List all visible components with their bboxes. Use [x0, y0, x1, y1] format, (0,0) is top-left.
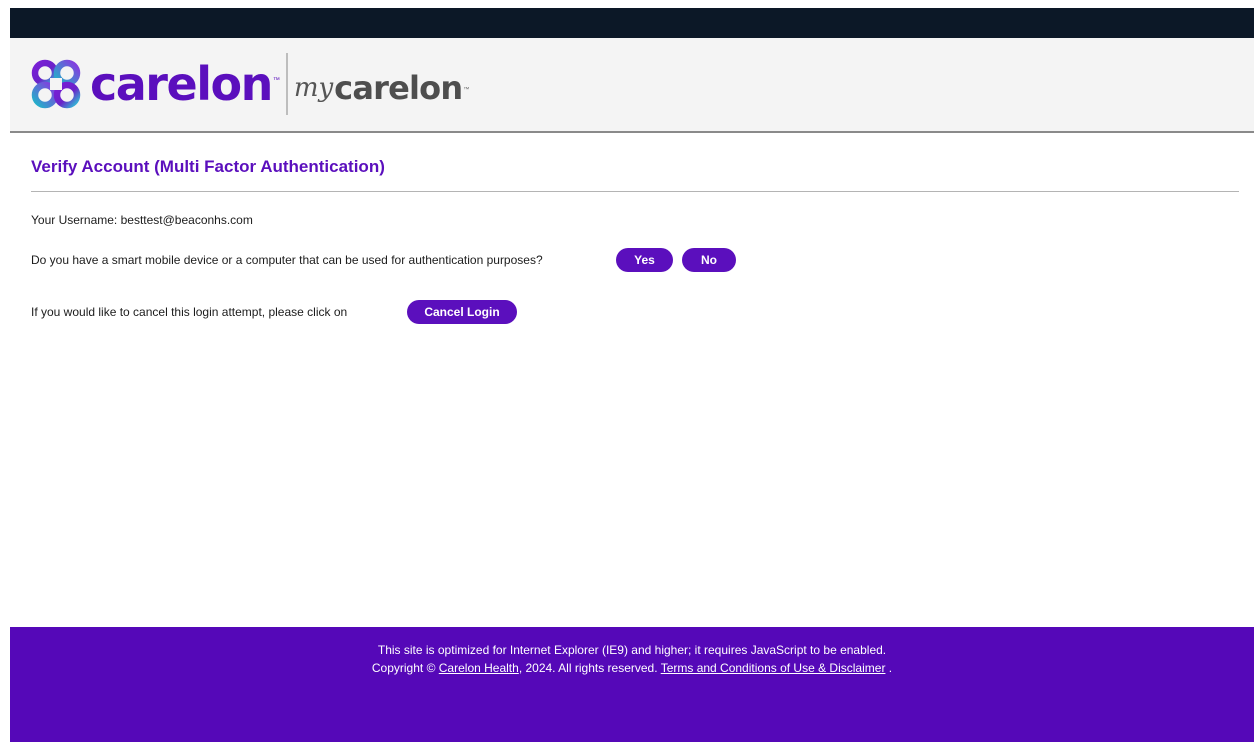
mycarelon-brand-text: carelon [334, 69, 463, 107]
carelon-knot-logo-icon [31, 59, 81, 109]
yes-button[interactable]: Yes [616, 248, 673, 272]
top-white-strip [0, 0, 1254, 8]
copyright-prefix: Copyright © [371, 661, 436, 675]
site-footer: This site is optimized for Internet Expl… [10, 627, 1254, 742]
copyright-line: Copyright © Carelon Health, 2024. All ri… [10, 661, 1254, 675]
terms-suffix: . [888, 661, 893, 675]
carelon-health-link[interactable]: Carelon Health [439, 661, 519, 675]
cancel-prompt-text: If you would like to cancel this login a… [31, 305, 348, 319]
top-navigation-bar [10, 8, 1254, 38]
carelon-logo[interactable]: carelon ™ my carelon ™ [28, 52, 469, 116]
no-button[interactable]: No [682, 248, 736, 272]
browser-notice: This site is optimized for Internet Expl… [377, 643, 887, 657]
title-divider [31, 191, 1239, 192]
terms-link[interactable]: Terms and Conditions of Use & Disclaimer [661, 661, 886, 675]
carelon-brand-text: carelon [90, 57, 273, 111]
trademark-mark: ™ [272, 76, 280, 84]
logo-divider [285, 53, 288, 115]
my-prefix-text: my [293, 73, 334, 103]
trademark-mark-secondary: ™ [463, 87, 470, 93]
cancel-login-button[interactable]: Cancel Login [407, 300, 517, 324]
device-question-text: Do you have a smart mobile device or a c… [31, 253, 543, 267]
page-title: Verify Account (Multi Factor Authenticat… [31, 157, 385, 176]
copyright-suffix: , 2024. All rights reserved. [518, 661, 658, 675]
site-header: carelon ™ my carelon ™ [10, 38, 1254, 133]
username-line: Your Username: besttest@beaconhs.com [31, 213, 253, 227]
